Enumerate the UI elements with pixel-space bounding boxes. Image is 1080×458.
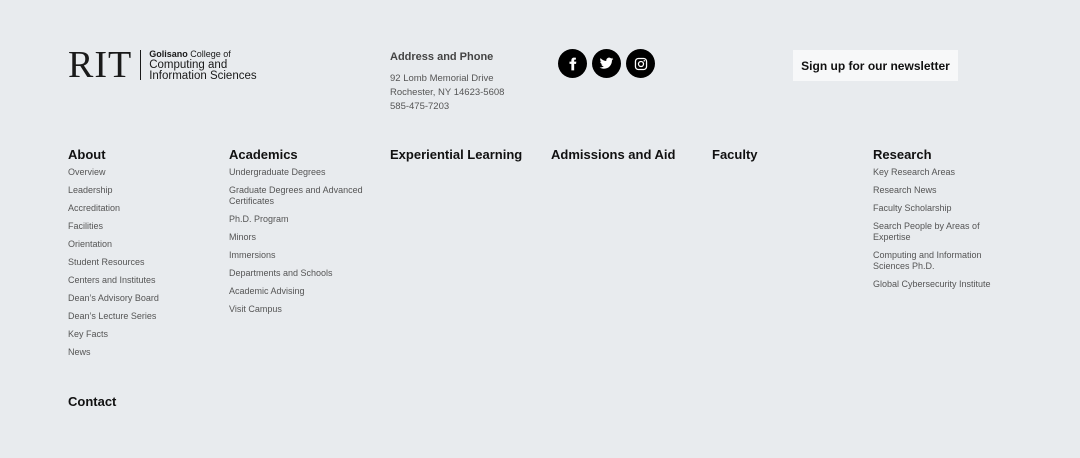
social-links	[558, 49, 655, 78]
footer-link[interactable]: Global Cybersecurity Institute	[873, 279, 1003, 290]
footer-link[interactable]: Departments and Schools	[229, 268, 369, 279]
column-heading-faculty[interactable]: Faculty	[712, 147, 862, 162]
logo-golisano: Golisano	[149, 48, 188, 59]
column-heading-research[interactable]: Research	[873, 147, 1003, 162]
footer-link[interactable]: Student Resources	[68, 257, 218, 268]
instagram-icon	[634, 57, 647, 70]
footer-link[interactable]: Undergraduate Degrees	[229, 167, 369, 178]
contact-heading[interactable]: Contact	[68, 394, 116, 409]
footer-link[interactable]: Facilities	[68, 221, 218, 232]
footer-column-experiential-learning: Experiential Learning	[390, 147, 540, 167]
research-links: Key Research Areas Research News Faculty…	[873, 167, 1003, 290]
footer-link[interactable]: Orientation	[68, 239, 218, 250]
column-heading-academics[interactable]: Academics	[229, 147, 369, 162]
footer-column-faculty: Faculty	[712, 147, 862, 167]
footer-link[interactable]: Visit Campus	[229, 304, 369, 315]
academics-links: Undergraduate Degrees Graduate Degrees a…	[229, 167, 369, 315]
footer-link[interactable]: Faculty Scholarship	[873, 203, 1003, 214]
footer-link[interactable]: Overview	[68, 167, 218, 178]
footer-link[interactable]: Search People by Areas of Expertise	[873, 221, 1003, 243]
column-heading-admissions-and-aid[interactable]: Admissions and Aid	[551, 147, 701, 162]
twitter-button[interactable]	[592, 49, 621, 78]
footer-link[interactable]: Immersions	[229, 250, 369, 261]
footer-link[interactable]: Research News	[873, 185, 1003, 196]
footer-link[interactable]: Leadership	[68, 185, 218, 196]
instagram-button[interactable]	[626, 49, 655, 78]
address-city: Rochester, NY 14623-5608	[390, 87, 505, 98]
address-title: Address and Phone	[390, 51, 494, 63]
footer-column-admissions: Admissions and Aid	[551, 147, 701, 167]
footer-link[interactable]: Dean’s Lecture Series	[68, 311, 218, 322]
footer-link[interactable]: Key Research Areas	[873, 167, 1003, 178]
logo-college-of: College of	[187, 48, 231, 59]
logo-rit-wordmark: RIT	[68, 44, 133, 86]
address-phone[interactable]: 585-475-7203	[390, 100, 504, 114]
footer-link[interactable]: Graduate Degrees and Advanced Certificat…	[229, 185, 369, 207]
footer-link[interactable]: Minors	[229, 232, 369, 243]
footer-link[interactable]: Key Facts	[68, 329, 218, 340]
address-block: Address and Phone 92 Lomb Memorial Drive…	[390, 51, 504, 114]
facebook-button[interactable]	[558, 49, 587, 78]
rit-logo[interactable]: RIT Golisano College of Computing and In…	[68, 46, 257, 84]
footer-column-about: About Overview Leadership Accreditation …	[68, 147, 218, 365]
footer-link[interactable]: Dean’s Advisory Board	[68, 293, 218, 304]
footer-link[interactable]: Computing and Information Sciences Ph.D.	[873, 250, 1003, 272]
logo-divider	[140, 50, 142, 80]
logo-line-information: Information Sciences	[149, 69, 257, 82]
twitter-icon	[599, 57, 614, 69]
footer-link[interactable]: Academic Advising	[229, 286, 369, 297]
logo-college-name: Golisano College of Computing and Inform…	[149, 49, 256, 82]
column-heading-experiential-learning[interactable]: Experiential Learning	[390, 147, 540, 162]
footer-column-academics: Academics Undergraduate Degrees Graduate…	[229, 147, 369, 322]
address-street: 92 Lomb Memorial Drive	[390, 73, 494, 84]
footer-link[interactable]: News	[68, 347, 218, 358]
footer-link[interactable]: Ph.D. Program	[229, 214, 369, 225]
logo-line-computing: Computing and	[149, 58, 228, 71]
about-links: Overview Leadership Accreditation Facili…	[68, 167, 218, 358]
footer-link[interactable]: Centers and Institutes	[68, 275, 218, 286]
footer-link[interactable]: Accreditation	[68, 203, 218, 214]
newsletter-signup-button[interactable]: Sign up for our newsletter	[793, 50, 958, 81]
facebook-icon	[569, 57, 576, 70]
column-heading-about[interactable]: About	[68, 147, 218, 162]
footer-column-research: Research Key Research Areas Research New…	[873, 147, 1003, 297]
